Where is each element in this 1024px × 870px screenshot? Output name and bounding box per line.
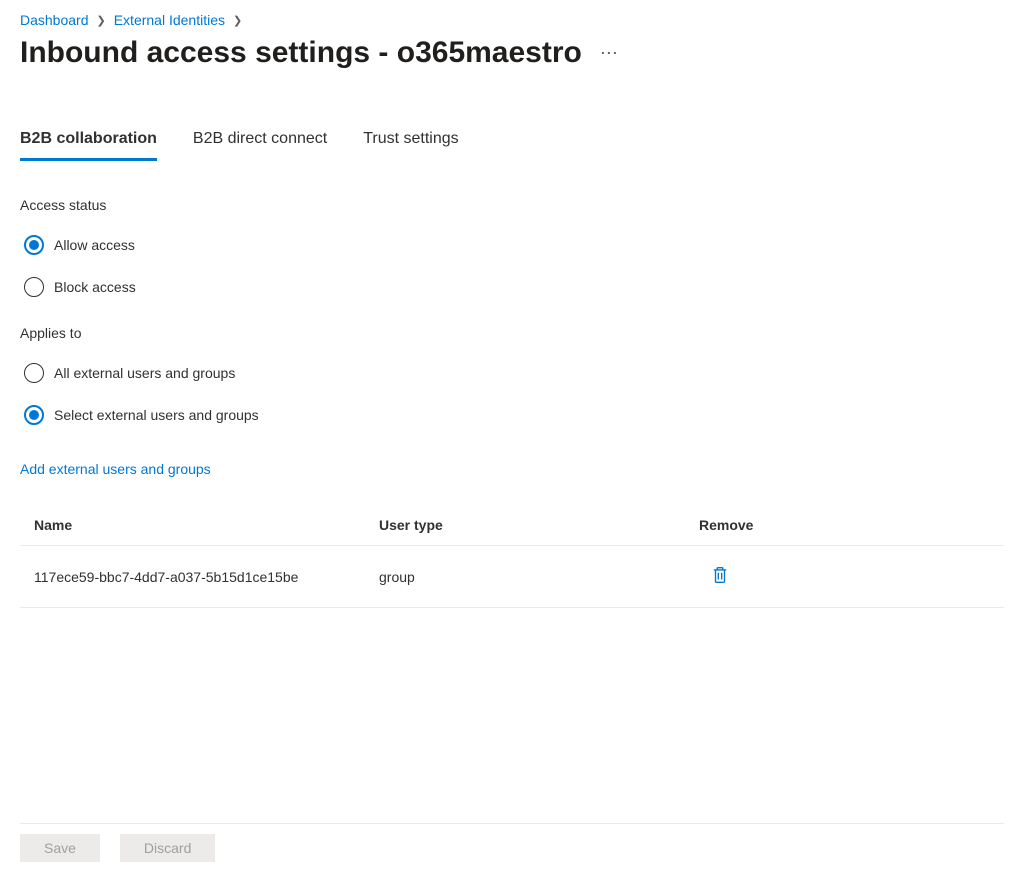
radio-icon <box>24 235 44 255</box>
table-header: Name User type Remove <box>20 505 1004 546</box>
tab-trust-settings[interactable]: Trust settings <box>363 130 458 161</box>
footer-actions: Save Discard <box>20 823 1004 862</box>
tab-b2b-direct-connect[interactable]: B2B direct connect <box>193 130 327 161</box>
radio-allow-access[interactable]: Allow access <box>20 235 1004 255</box>
applies-to-label: Applies to <box>20 325 1004 341</box>
page-header: Inbound access settings - o365maestro ⋯ <box>20 36 1004 70</box>
delete-icon[interactable] <box>711 566 729 584</box>
tab-bar: B2B collaboration B2B direct connect Tru… <box>20 130 1004 161</box>
access-status-label: Access status <box>20 197 1004 213</box>
radio-select-external[interactable]: Select external users and groups <box>20 405 1004 425</box>
radio-icon <box>24 277 44 297</box>
cell-user-type: group <box>379 569 699 585</box>
breadcrumb-dashboard[interactable]: Dashboard <box>20 12 89 28</box>
radio-label: Select external users and groups <box>54 407 259 423</box>
radio-icon <box>24 363 44 383</box>
discard-button[interactable]: Discard <box>120 834 215 862</box>
column-header-name[interactable]: Name <box>34 517 379 533</box>
radio-all-external[interactable]: All external users and groups <box>20 363 1004 383</box>
breadcrumb: Dashboard ❯ External Identities ❯ <box>20 12 1004 28</box>
access-status-group: Allow access Block access <box>20 235 1004 297</box>
save-button[interactable]: Save <box>20 834 100 862</box>
radio-label: All external users and groups <box>54 365 235 381</box>
breadcrumb-external-identities[interactable]: External Identities <box>114 12 225 28</box>
page-title: Inbound access settings - o365maestro <box>20 36 582 70</box>
column-header-remove[interactable]: Remove <box>699 517 990 533</box>
applies-to-group: All external users and groups Select ext… <box>20 363 1004 425</box>
radio-label: Allow access <box>54 237 135 253</box>
tab-b2b-collaboration[interactable]: B2B collaboration <box>20 130 157 161</box>
chevron-right-icon: ❯ <box>97 14 106 27</box>
add-external-users-link[interactable]: Add external users and groups <box>20 461 211 477</box>
table-row: 117ece59-bbc7-4dd7-a037-5b15d1ce15be gro… <box>20 546 1004 608</box>
chevron-right-icon: ❯ <box>233 14 242 27</box>
radio-block-access[interactable]: Block access <box>20 277 1004 297</box>
radio-label: Block access <box>54 279 136 295</box>
more-icon[interactable]: ⋯ <box>600 43 619 64</box>
column-header-user-type[interactable]: User type <box>379 517 699 533</box>
users-table: Name User type Remove 117ece59-bbc7-4dd7… <box>20 505 1004 608</box>
cell-name: 117ece59-bbc7-4dd7-a037-5b15d1ce15be <box>34 569 379 585</box>
radio-icon <box>24 405 44 425</box>
